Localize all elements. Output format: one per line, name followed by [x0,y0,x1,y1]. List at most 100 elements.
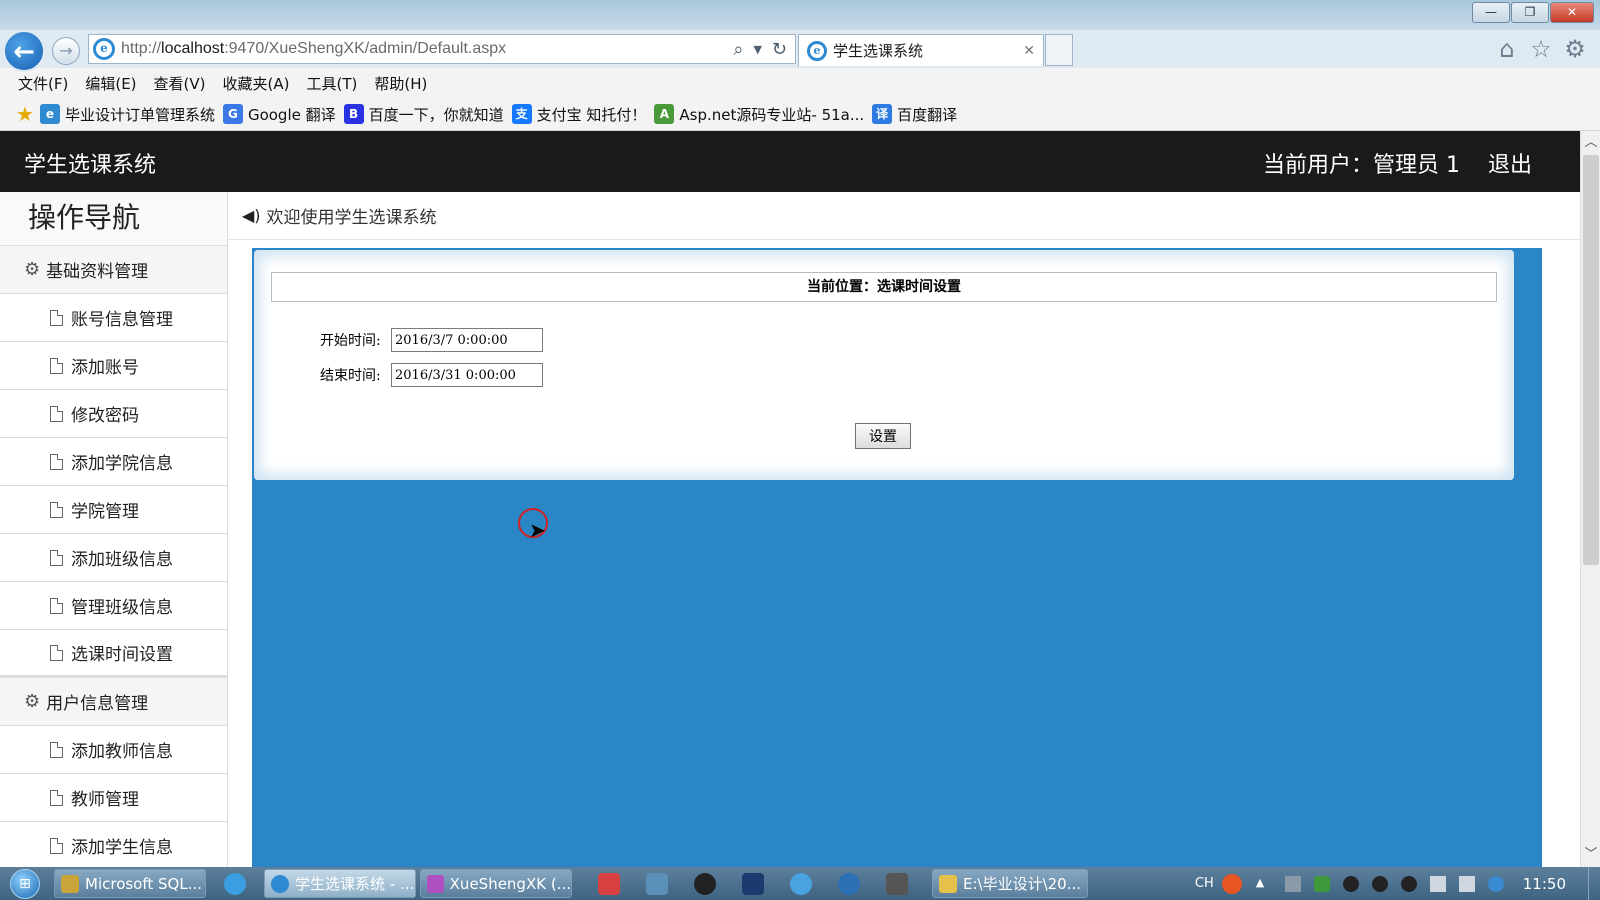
chrome-icon[interactable] [224,872,246,895]
set-button[interactable]: 设置 [855,423,911,449]
qq-icon[interactable] [694,872,716,895]
ie-icon [271,874,289,893]
forward-button[interactable]: → [52,37,80,65]
logout-link[interactable]: 退出 [1488,147,1532,179]
favorite-link-5[interactable]: 译百度翻译 [872,104,957,125]
qq-tray-icon[interactable] [1400,875,1417,892]
document-icon [50,405,63,422]
document-icon [50,549,63,566]
app-icon-people[interactable] [646,872,668,895]
dropdown-chevron-icon[interactable]: ▼ [753,43,761,56]
menu-favorites[interactable]: 收藏夹(A) [223,73,290,94]
start-time-input[interactable] [391,328,543,352]
menu-view[interactable]: 查看(V) [154,73,206,94]
add-favorite-star-icon[interactable]: ★ [16,102,34,126]
scroll-thumb[interactable] [1583,155,1599,565]
sidebar-group-label: 用户信息管理 [46,694,149,714]
sidebar-item-label: 修改密码 [71,406,139,426]
new-tab-button[interactable] [1045,34,1073,66]
end-time-input[interactable] [391,363,543,387]
task-label: E:\毕业设计\20... [963,875,1082,893]
task-label: 学生选课系统 - ... [295,875,415,893]
back-button[interactable]: ← [3,30,45,72]
app-icon-blue[interactable] [790,872,812,895]
sogou-ime-icon[interactable] [1221,873,1242,894]
scroll-up-icon[interactable]: ︿ [1581,133,1600,153]
sidebar-item-account-info[interactable]: 账号信息管理 [0,294,227,342]
photoshop-icon[interactable] [742,872,764,895]
window-controls: — ❐ ✕ [1471,2,1594,23]
app-icon-red[interactable] [598,872,620,895]
volume-icon[interactable] [1458,875,1475,892]
kugou-icon[interactable] [838,872,860,895]
tray-expand-icon[interactable]: ▲ [1256,876,1272,892]
address-bar[interactable]: e http://localhost:9470/XueShengXK/admin… [88,34,796,64]
app-header: 学生选课系统 当前用户：管理员 1 退出 [0,131,1580,192]
favorite-link-4[interactable]: A Asp.net源码专业站- 51a... [654,104,864,125]
sidebar-item-teacher-management[interactable]: 教师管理 [0,774,227,822]
task-sql-server[interactable]: Microsoft SQL... [54,869,206,898]
sidebar-item-add-student[interactable]: 添加学生信息 [0,822,227,867]
sidebar-item-label: 添加账号 [71,358,139,378]
favorite-label: Asp.net源码专业站- 51a... [679,105,865,124]
tab-close-icon[interactable]: ✕ [1023,43,1035,59]
network-signal-icon[interactable] [1429,875,1446,892]
sidebar-item-change-password[interactable]: 修改密码 [0,390,227,438]
settings-gear-icon[interactable]: ⚙ [1560,34,1590,64]
clock[interactable]: 11:50 [1523,875,1566,893]
home-icon[interactable]: ⌂ [1492,34,1522,64]
tray-app-icon[interactable] [1284,875,1301,892]
scroll-down-icon[interactable]: ﹀ [1581,845,1600,865]
document-icon [50,789,63,806]
restore-button[interactable]: ❐ [1511,2,1549,23]
menu-help[interactable]: 帮助(H) [374,73,427,94]
menu-tools[interactable]: 工具(T) [306,73,357,94]
sidebar-item-course-time-setting[interactable]: 选课时间设置 [0,630,227,678]
sidebar-item-manage-class[interactable]: 管理班级信息 [0,582,227,630]
sidebar-nav: 操作导航 ⚙ 基础资料管理 账号信息管理 添加账号 修改密码 添加学院信息 学院… [0,192,228,867]
sidebar-item-label: 教师管理 [71,790,139,810]
document-icon [50,597,63,614]
start-button[interactable]: ⊞ [0,867,50,900]
document-icon [50,501,63,518]
menu-file[interactable]: 文件(F) [18,73,68,94]
sidebar-item-add-account[interactable]: 添加账号 [0,342,227,390]
update-icon[interactable] [1487,875,1504,892]
sidebar-item-add-college[interactable]: 添加学院信息 [0,438,227,486]
favorite-link-3[interactable]: 支支付宝 知托付！ [511,104,646,125]
favorite-icon: 支 [511,104,532,124]
favorite-link-1[interactable]: G Google 翻译 [222,104,336,125]
qq-tray-icon[interactable] [1371,875,1388,892]
favorite-link-0[interactable]: e 毕业设计订单管理系统 [39,104,215,125]
show-desktop-button[interactable] [1588,867,1600,900]
sidebar-group-label: 基础资料管理 [46,262,149,282]
video-icon[interactable] [886,872,908,895]
sidebar-item-add-class[interactable]: 添加班级信息 [0,534,227,582]
security-shield-icon[interactable] [1313,875,1330,892]
sidebar-item-college-management[interactable]: 学院管理 [0,486,227,534]
menu-edit[interactable]: 编辑(E) [85,73,136,94]
minimize-button[interactable]: — [1472,2,1510,23]
window-titlebar: — ❐ ✕ [0,0,1600,30]
favorites-star-icon[interactable]: ☆ [1526,34,1556,64]
address-url[interactable]: http://localhost:9470/XueShengXK/admin/D… [121,40,506,58]
favorite-link-2[interactable]: B 百度一下，你就知道 [343,104,504,125]
close-window-button[interactable]: ✕ [1550,2,1594,23]
task-visual-studio[interactable]: XueShengXK (... [420,869,572,898]
task-browser[interactable]: 学生选课系统 - ... [264,869,416,898]
refresh-icon[interactable]: ↻ [772,39,787,60]
gear-icon: ⚙ [24,691,41,712]
task-file-explorer[interactable]: E:\毕业设计\20... [932,869,1088,898]
browser-tab-active[interactable]: e 学生选课系统 ✕ [798,34,1044,66]
favorite-label: 百度翻译 [897,105,958,124]
vertical-scrollbar[interactable]: ︿ ﹀ [1580,131,1600,867]
favorite-icon: A [654,104,675,124]
sidebar-group-user-info[interactable]: ⚙ 用户信息管理 [0,678,227,726]
document-icon [50,741,63,758]
qq-tray-icon[interactable] [1342,875,1359,892]
input-language[interactable]: CH [1195,876,1214,891]
sidebar-group-basic-data[interactable]: ⚙ 基础资料管理 [0,246,227,294]
sidebar-item-add-teacher[interactable]: 添加教师信息 [0,726,227,774]
search-icon[interactable]: ⌕ [733,39,743,60]
sidebar-item-label: 添加班级信息 [71,550,173,570]
